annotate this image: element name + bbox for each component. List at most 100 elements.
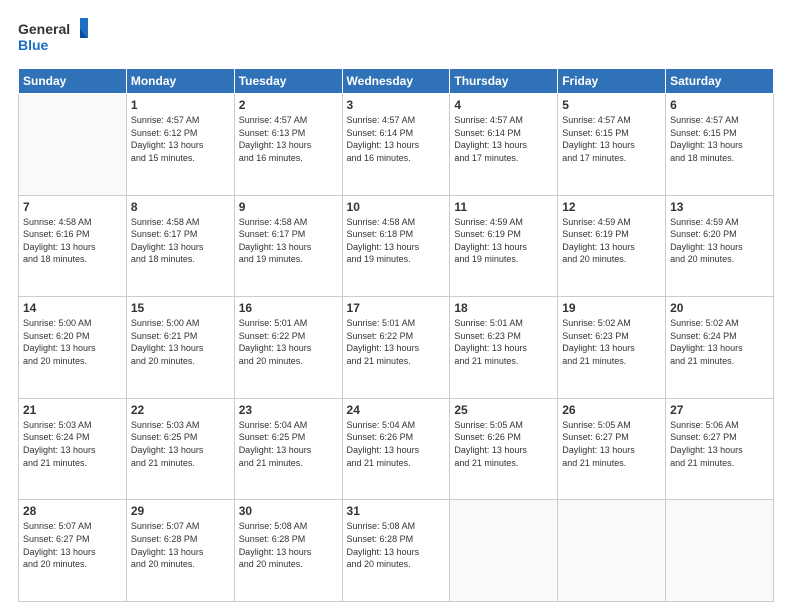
calendar-cell: 29Sunrise: 5:07 AM Sunset: 6:28 PM Dayli… bbox=[126, 500, 234, 602]
day-number: 27 bbox=[670, 403, 769, 417]
day-number: 16 bbox=[239, 301, 338, 315]
calendar-cell: 28Sunrise: 5:07 AM Sunset: 6:27 PM Dayli… bbox=[19, 500, 127, 602]
svg-text:Blue: Blue bbox=[18, 37, 49, 53]
day-info: Sunrise: 4:57 AM Sunset: 6:15 PM Dayligh… bbox=[562, 114, 661, 164]
logo: General Blue bbox=[18, 18, 88, 58]
calendar-cell: 23 Sunrise: 5:04 AM Sunset: 6:25 PM Dayli… bbox=[234, 398, 342, 500]
weekday-header-friday: Friday bbox=[558, 69, 666, 94]
weekday-header-sunday: Sunday bbox=[19, 69, 127, 94]
day-info: Sunrise: 5:05 AM Sunset: 6:26 PM Dayligh… bbox=[454, 419, 553, 469]
calendar-cell: 2Sunrise: 4:57 AM Sunset: 6:13 PM Daylig… bbox=[234, 94, 342, 196]
day-number: 19 bbox=[562, 301, 661, 315]
calendar-cell: 30 Sunrise: 5:08 AM Sunset: 6:28 PM Dayli… bbox=[234, 500, 342, 602]
calendar-cell: 11Sunrise: 4:59 AM Sunset: 6:19 PM Dayli… bbox=[450, 195, 558, 297]
day-number: 24 bbox=[347, 403, 446, 417]
day-info: Sunrise: 5:08 AM Sunset: 6:28 PM Dayligh… bbox=[347, 520, 446, 570]
day-number: 9 bbox=[239, 200, 338, 214]
day-info: Sunrise: 5:01 AM Sunset: 6:22 PM Dayligh… bbox=[239, 317, 338, 367]
day-info: Sunrise: 4:58 AM Sunset: 6:17 PM Dayligh… bbox=[131, 216, 230, 266]
calendar-cell: 21 Sunrise: 5:03 AM Sunset: 6:24 PM Dayli… bbox=[19, 398, 127, 500]
day-number: 1 bbox=[131, 98, 230, 112]
day-info: Sunrise: 5:07 AM Sunset: 6:28 PM Dayligh… bbox=[131, 520, 230, 570]
weekday-header-saturday: Saturday bbox=[666, 69, 774, 94]
day-number: 21 bbox=[23, 403, 122, 417]
calendar-week-0: 1 Sunrise: 4:57 AM Sunset: 6:12 PM Daylig… bbox=[19, 94, 774, 196]
calendar-cell: 15Sunrise: 5:00 AM Sunset: 6:21 PM Dayli… bbox=[126, 297, 234, 399]
day-number: 2 bbox=[239, 98, 338, 112]
day-info: Sunrise: 5:01 AM Sunset: 6:22 PM Dayligh… bbox=[347, 317, 446, 367]
day-info: Sunrise: 4:59 AM Sunset: 6:19 PM Dayligh… bbox=[562, 216, 661, 266]
weekday-header-wednesday: Wednesday bbox=[342, 69, 450, 94]
day-info: Sunrise: 4:58 AM Sunset: 6:18 PM Dayligh… bbox=[347, 216, 446, 266]
day-info: Sunrise: 5:03 AM Sunset: 6:25 PM Dayligh… bbox=[131, 419, 230, 469]
calendar-cell: 31Sunrise: 5:08 AM Sunset: 6:28 PM Dayli… bbox=[342, 500, 450, 602]
calendar-cell: 6 Sunrise: 4:57 AM Sunset: 6:15 PM Daylig… bbox=[666, 94, 774, 196]
day-info: Sunrise: 4:58 AM Sunset: 6:16 PM Dayligh… bbox=[23, 216, 122, 266]
day-number: 3 bbox=[347, 98, 446, 112]
day-number: 28 bbox=[23, 504, 122, 518]
day-info: Sunrise: 4:57 AM Sunset: 6:14 PM Dayligh… bbox=[454, 114, 553, 164]
day-number: 12 bbox=[562, 200, 661, 214]
calendar-cell: 24 Sunrise: 5:04 AM Sunset: 6:26 PM Dayli… bbox=[342, 398, 450, 500]
calendar-cell: 26Sunrise: 5:05 AM Sunset: 6:27 PM Dayli… bbox=[558, 398, 666, 500]
weekday-header-row: SundayMondayTuesdayWednesdayThursdayFrid… bbox=[19, 69, 774, 94]
weekday-header-monday: Monday bbox=[126, 69, 234, 94]
calendar-cell: 20 Sunrise: 5:02 AM Sunset: 6:24 PM Dayli… bbox=[666, 297, 774, 399]
page: General Blue SundayMondayTuesdayWednesda… bbox=[0, 0, 792, 612]
calendar-cell bbox=[450, 500, 558, 602]
day-number: 8 bbox=[131, 200, 230, 214]
calendar-cell: 3 Sunrise: 4:57 AM Sunset: 6:14 PM Daylig… bbox=[342, 94, 450, 196]
day-info: Sunrise: 4:58 AM Sunset: 6:17 PM Dayligh… bbox=[239, 216, 338, 266]
day-number: 11 bbox=[454, 200, 553, 214]
day-info: Sunrise: 5:06 AM Sunset: 6:27 PM Dayligh… bbox=[670, 419, 769, 469]
day-info: Sunrise: 5:00 AM Sunset: 6:20 PM Dayligh… bbox=[23, 317, 122, 367]
calendar-cell: 22 Sunrise: 5:03 AM Sunset: 6:25 PM Dayli… bbox=[126, 398, 234, 500]
calendar-cell bbox=[666, 500, 774, 602]
generalblue-logo: General Blue bbox=[18, 18, 88, 58]
calendar-cell: 16 Sunrise: 5:01 AM Sunset: 6:22 PM Dayli… bbox=[234, 297, 342, 399]
day-number: 6 bbox=[670, 98, 769, 112]
calendar-cell: 13 Sunrise: 4:59 AM Sunset: 6:20 PM Dayli… bbox=[666, 195, 774, 297]
calendar-cell bbox=[19, 94, 127, 196]
calendar-cell: 1 Sunrise: 4:57 AM Sunset: 6:12 PM Daylig… bbox=[126, 94, 234, 196]
calendar-table: SundayMondayTuesdayWednesdayThursdayFrid… bbox=[18, 68, 774, 602]
calendar-cell bbox=[558, 500, 666, 602]
day-info: Sunrise: 5:08 AM Sunset: 6:28 PM Dayligh… bbox=[239, 520, 338, 570]
header: General Blue bbox=[18, 18, 774, 58]
weekday-header-tuesday: Tuesday bbox=[234, 69, 342, 94]
day-number: 22 bbox=[131, 403, 230, 417]
calendar-cell: 7 Sunrise: 4:58 AM Sunset: 6:16 PM Daylig… bbox=[19, 195, 127, 297]
calendar-cell: 27 Sunrise: 5:06 AM Sunset: 6:27 PM Dayli… bbox=[666, 398, 774, 500]
day-number: 30 bbox=[239, 504, 338, 518]
day-info: Sunrise: 5:01 AM Sunset: 6:23 PM Dayligh… bbox=[454, 317, 553, 367]
day-info: Sunrise: 5:03 AM Sunset: 6:24 PM Dayligh… bbox=[23, 419, 122, 469]
calendar-cell: 5 Sunrise: 4:57 AM Sunset: 6:15 PM Daylig… bbox=[558, 94, 666, 196]
day-info: Sunrise: 5:04 AM Sunset: 6:26 PM Dayligh… bbox=[347, 419, 446, 469]
day-info: Sunrise: 5:00 AM Sunset: 6:21 PM Dayligh… bbox=[131, 317, 230, 367]
weekday-header-thursday: Thursday bbox=[450, 69, 558, 94]
day-info: Sunrise: 4:57 AM Sunset: 6:12 PM Dayligh… bbox=[131, 114, 230, 164]
day-number: 10 bbox=[347, 200, 446, 214]
day-info: Sunrise: 4:57 AM Sunset: 6:14 PM Dayligh… bbox=[347, 114, 446, 164]
calendar-cell: 18 Sunrise: 5:01 AM Sunset: 6:23 PM Dayli… bbox=[450, 297, 558, 399]
day-number: 4 bbox=[454, 98, 553, 112]
day-number: 7 bbox=[23, 200, 122, 214]
day-number: 23 bbox=[239, 403, 338, 417]
day-info: Sunrise: 4:57 AM Sunset: 6:15 PM Dayligh… bbox=[670, 114, 769, 164]
day-number: 14 bbox=[23, 301, 122, 315]
calendar-cell: 10 Sunrise: 4:58 AM Sunset: 6:18 PM Dayli… bbox=[342, 195, 450, 297]
day-info: Sunrise: 4:59 AM Sunset: 6:20 PM Dayligh… bbox=[670, 216, 769, 266]
calendar-week-3: 21 Sunrise: 5:03 AM Sunset: 6:24 PM Dayli… bbox=[19, 398, 774, 500]
svg-text:General: General bbox=[18, 21, 70, 37]
day-info: Sunrise: 5:04 AM Sunset: 6:25 PM Dayligh… bbox=[239, 419, 338, 469]
calendar-week-2: 14 Sunrise: 5:00 AM Sunset: 6:20 PM Dayli… bbox=[19, 297, 774, 399]
day-number: 18 bbox=[454, 301, 553, 315]
calendar-cell: 4 Sunrise: 4:57 AM Sunset: 6:14 PM Daylig… bbox=[450, 94, 558, 196]
day-number: 5 bbox=[562, 98, 661, 112]
calendar-week-1: 7 Sunrise: 4:58 AM Sunset: 6:16 PM Daylig… bbox=[19, 195, 774, 297]
calendar-cell: 25Sunrise: 5:05 AM Sunset: 6:26 PM Dayli… bbox=[450, 398, 558, 500]
day-info: Sunrise: 5:02 AM Sunset: 6:23 PM Dayligh… bbox=[562, 317, 661, 367]
day-number: 13 bbox=[670, 200, 769, 214]
day-info: Sunrise: 5:02 AM Sunset: 6:24 PM Dayligh… bbox=[670, 317, 769, 367]
day-number: 20 bbox=[670, 301, 769, 315]
